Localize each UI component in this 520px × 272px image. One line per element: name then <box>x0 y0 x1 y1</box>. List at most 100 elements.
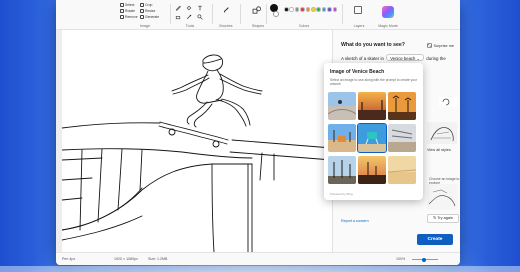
palette-color-swatch[interactable] <box>332 7 338 12</box>
prompt-prefix: A sketch of a skater in <box>341 56 384 61</box>
boardwalk-photo[interactable] <box>388 124 416 152</box>
remove-icon <box>120 15 124 19</box>
color-picker-icon[interactable] <box>186 14 192 20</box>
view-all-styles-link[interactable]: View all styles <box>427 148 451 152</box>
toolbar-divider <box>342 4 343 24</box>
create-button[interactable]: Create <box>417 234 453 245</box>
tools-group-label: Tools <box>185 24 195 28</box>
generative-fill-button[interactable]: Generate <box>140 15 159 19</box>
layers-icon[interactable] <box>354 6 362 14</box>
venice-beach-chip[interactable]: Venice beach ⌄ <box>386 54 425 61</box>
style-row <box>439 97 457 107</box>
magnifier-icon[interactable] <box>197 14 203 20</box>
text-icon[interactable] <box>197 5 203 11</box>
brush-icon[interactable] <box>222 6 230 14</box>
brushes-group-label: Brushes <box>219 24 233 28</box>
skate-park-image <box>328 92 356 120</box>
brushes-group: Brushes <box>214 2 238 28</box>
venice-beach-image-picker: Image of Venice Beach Select an image to… <box>324 63 423 200</box>
layers-group: Layers <box>346 2 372 28</box>
dice-icon <box>427 43 432 48</box>
refresh-icon[interactable] <box>439 97 457 107</box>
layers-group-label: Layers <box>353 24 365 28</box>
palette-color-swatch[interactable] <box>327 7 332 12</box>
toolbar-divider <box>240 4 241 24</box>
palette-color-swatch[interactable] <box>300 7 305 12</box>
cocreator-title: What do you want to see? <box>341 42 405 48</box>
toolbar-divider <box>266 4 267 24</box>
popup-title: Image of Venice Beach <box>330 69 385 75</box>
eraser-icon[interactable] <box>175 14 181 20</box>
report-concern-link[interactable]: Report a concern <box>341 219 369 223</box>
skate-park-photo[interactable] <box>328 92 356 120</box>
file-size-status: Size: 1.2MB <box>148 257 168 261</box>
beach-sunset-photo[interactable] <box>358 156 386 184</box>
status-bar: Pen 4px 1920 × 1080px Size: 1.2MB 100% <box>56 252 460 265</box>
tool-status: Pen 4px <box>62 257 76 261</box>
toolbar: Select Crop Rotate Resize Remove Generat… <box>56 0 460 30</box>
palette-color-swatch[interactable] <box>321 7 327 12</box>
shapes-icon[interactable] <box>252 6 262 14</box>
palm-trees-image <box>388 92 416 120</box>
pencil-icon[interactable] <box>175 5 181 11</box>
venice-beach-image <box>388 156 416 184</box>
popup-subtitle: Select an image to use along with the pr… <box>330 78 418 87</box>
palette-color-swatch[interactable] <box>284 7 289 12</box>
palette-color-swatch[interactable] <box>305 7 311 12</box>
select-button[interactable]: Select <box>120 3 134 7</box>
palette-color-swatch[interactable] <box>316 7 321 12</box>
resize-icon <box>140 9 144 13</box>
palm-street-photo[interactable] <box>328 124 356 152</box>
image-group-label: Image <box>140 24 150 28</box>
sketch-result-preview <box>428 189 456 207</box>
colors-group-label: Colors <box>298 24 310 28</box>
surprise-me-button[interactable]: Surprise me <box>427 43 454 48</box>
palette-color-swatch[interactable] <box>289 7 294 12</box>
skater-sketch <box>62 54 332 252</box>
toolbar-divider <box>212 4 213 24</box>
toolbar-divider <box>170 4 171 24</box>
result-thumbnail[interactable] <box>427 184 457 210</box>
select-icon <box>120 3 124 7</box>
pier-sunset-photo[interactable] <box>358 92 386 120</box>
fill-icon[interactable] <box>186 5 192 11</box>
tools-group: Tools <box>172 2 208 28</box>
magic-group-label: Magic Mode <box>378 24 398 28</box>
remove-background-button[interactable]: Remove <box>120 15 138 19</box>
pier-sunset-image <box>358 92 386 120</box>
generate-icon <box>140 15 144 19</box>
rotate-button[interactable]: Rotate <box>120 9 135 13</box>
style-thumbnail[interactable] <box>427 122 457 144</box>
lifeguard-tower-photo[interactable] <box>356 122 388 154</box>
palm-silhouette-image <box>328 156 356 184</box>
try-again-button[interactable]: ↻ Try again <box>427 214 459 223</box>
drawing-canvas[interactable] <box>62 30 332 252</box>
zoom-thumb[interactable] <box>422 257 426 262</box>
secondary-color-swatch[interactable] <box>273 11 279 17</box>
taskbar <box>0 266 520 272</box>
palm-street-image <box>328 124 356 152</box>
palm-trees-photo[interactable] <box>388 92 416 120</box>
prompt-suffix: during the <box>426 56 446 61</box>
popup-footer: Powered by Bing <box>330 192 353 196</box>
image-group: Select Crop Rotate Resize Remove Generat… <box>118 2 172 28</box>
magic-group: Magic Mode <box>372 2 404 28</box>
zoom-slider[interactable] <box>412 257 438 262</box>
colors-group: Colors <box>268 2 340 28</box>
venice-beach-photo[interactable] <box>388 156 416 184</box>
sketch-style-preview <box>427 122 457 144</box>
palm-silhouette-photo[interactable] <box>328 156 356 184</box>
lifeguard-tower-image <box>358 124 386 152</box>
palette-color-swatch[interactable] <box>311 7 316 12</box>
palette-color-swatch[interactable] <box>294 7 300 12</box>
canvas-area <box>56 30 332 252</box>
resize-button[interactable]: Resize <box>140 9 155 13</box>
dimensions-status: 1920 × 1080px <box>114 257 138 261</box>
crop-button[interactable]: Crop <box>140 3 152 7</box>
zoom-level: 100% <box>396 257 406 261</box>
boardwalk-image <box>388 124 416 152</box>
beach-sunset-image <box>358 156 386 184</box>
rotate-icon <box>120 9 124 13</box>
prompt-input[interactable]: A sketch of a skater in Venice beach ⌄ d… <box>341 54 457 63</box>
crop-icon <box>140 3 144 7</box>
